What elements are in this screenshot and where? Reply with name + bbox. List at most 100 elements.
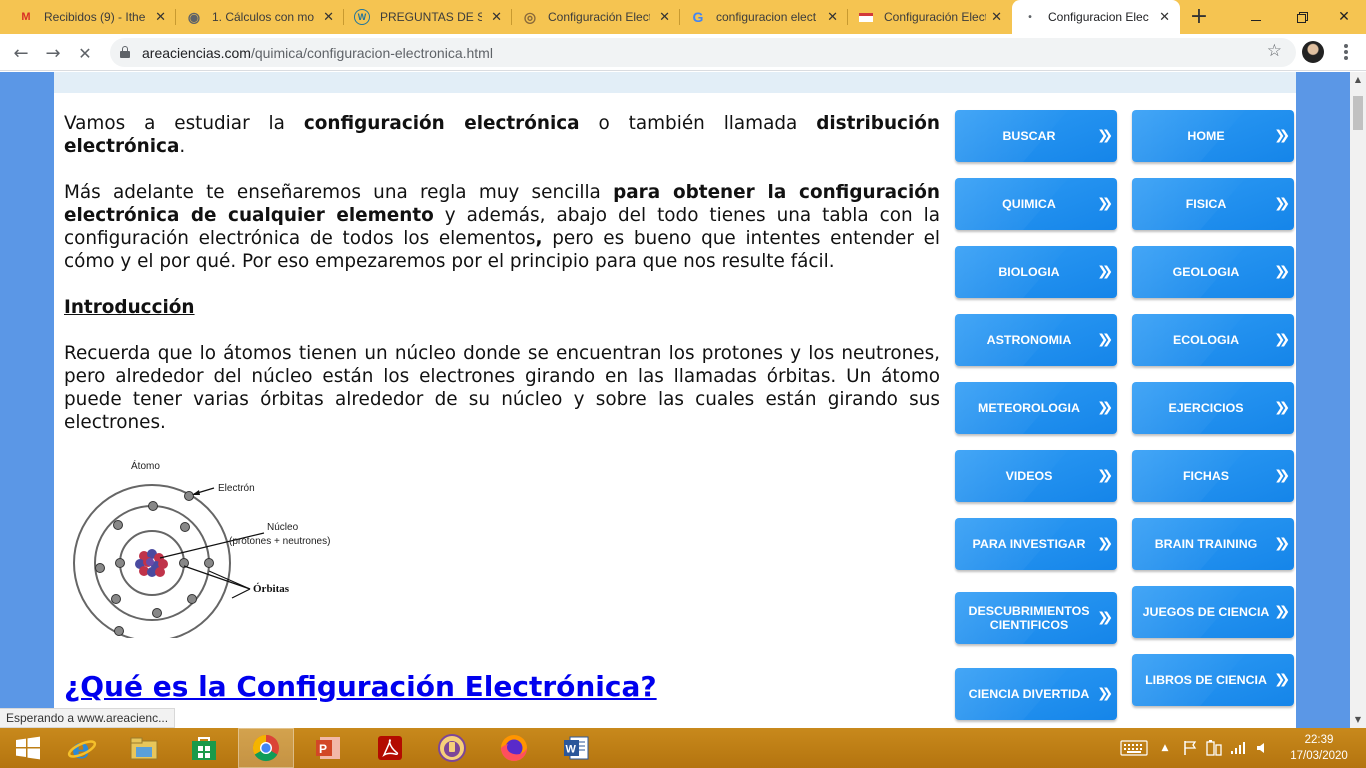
site-favicon-icon: ◎ (523, 8, 537, 25)
tab-strip: M Recibidos (9) - Ithe ✕ ◉ 1. Cálculos c… (0, 0, 1366, 34)
volume-icon[interactable] (1252, 728, 1272, 768)
tab-title: Recibidos (9) - Ithe (44, 10, 146, 24)
double-chevron-icon: ❯❯ (1274, 264, 1290, 280)
nav-juegos-button[interactable]: JUEGOS DE CIENCIA ❯❯ (1132, 586, 1294, 638)
google-icon: G (692, 9, 704, 25)
firefox-icon[interactable] (486, 728, 542, 768)
double-chevron-icon: ❯❯ (1097, 264, 1113, 280)
nav-fichas-button[interactable]: FICHAS ❯❯ (1132, 450, 1294, 502)
close-window-button[interactable]: ✕ (1322, 0, 1366, 34)
tab-google-search[interactable]: G configuracion elect ✕ (680, 0, 848, 34)
intro-paragraph: Vamos a estudiar la configuración electr… (64, 113, 940, 157)
site-favicon-icon (858, 9, 874, 25)
file-explorer-icon[interactable] (116, 728, 172, 768)
windows-logo-icon (16, 736, 40, 760)
nav-astronomia-button[interactable]: ASTRONOMIA ❯❯ (955, 314, 1117, 366)
tab-configuracion-1[interactable]: ◎ Configuración Elect ✕ (512, 0, 680, 34)
double-chevron-icon: ❯❯ (1097, 332, 1113, 348)
svg-text:P: P (319, 742, 327, 756)
nav-libros-button[interactable]: LIBROS DE CIENCIA ❯❯ (1132, 654, 1294, 706)
forward-button[interactable]: → (40, 40, 66, 66)
show-hidden-icons-icon[interactable]: ▲ (1156, 728, 1174, 768)
tab-title: 1. Cálculos con mo (212, 10, 314, 24)
address-bar[interactable]: areaciencias.com/quimica/configuracion-e… (110, 38, 1296, 67)
restore-button[interactable] (1280, 0, 1324, 34)
close-icon[interactable]: ✕ (827, 10, 838, 24)
scroll-up-icon[interactable]: ▲ (1350, 72, 1366, 88)
scroll-thumb[interactable] (1353, 96, 1363, 130)
profile-avatar[interactable] (1302, 41, 1324, 63)
article-body: Vamos a estudiar la configuración electr… (64, 112, 940, 457)
double-chevron-icon: ❯❯ (1097, 610, 1113, 626)
nav-fisica-button[interactable]: FISICA ❯❯ (1132, 178, 1294, 230)
nav-biologia-button[interactable]: BIOLOGIA ❯❯ (955, 246, 1117, 298)
nav-ejercicios-button[interactable]: EJERCICIOS ❯❯ (1132, 382, 1294, 434)
nav-para-investigar-button[interactable]: PARA INVESTIGAR ❯❯ (955, 518, 1117, 570)
double-chevron-icon: ❯❯ (1274, 468, 1290, 484)
new-tab-button[interactable]: + (1186, 4, 1212, 29)
chrome-icon[interactable] (238, 728, 294, 768)
double-chevron-icon: ❯❯ (1097, 128, 1113, 144)
tor-icon[interactable] (424, 728, 480, 768)
nav-ecologia-button[interactable]: ECOLOGIA ❯❯ (1132, 314, 1294, 366)
tab-configuracion-2[interactable]: Configuración Elect ✕ (848, 0, 1012, 34)
close-icon[interactable]: ✕ (991, 10, 1002, 24)
page-content: Vamos a estudiar la configuración electr… (54, 72, 1296, 728)
powerpoint-icon[interactable]: P (300, 728, 356, 768)
tab-gmail[interactable]: M Recibidos (9) - Ithe ✕ (8, 0, 176, 34)
nav-quimica-button[interactable]: QUIMICA ❯❯ (955, 178, 1117, 230)
battery-icon[interactable] (1204, 728, 1224, 768)
ie-icon[interactable]: e (54, 728, 110, 768)
close-icon[interactable]: ✕ (491, 10, 502, 24)
acrobat-icon[interactable] (362, 728, 418, 768)
nav-brain-training-button[interactable]: BRAIN TRAINING ❯❯ (1132, 518, 1294, 570)
flag-icon[interactable] (1180, 728, 1200, 768)
nucleus-sub-label: (protones + neutrones) (229, 536, 330, 547)
nav-meteorologia-button[interactable]: METEOROLOGIA ❯❯ (955, 382, 1117, 434)
nav-ciencia-divertida-button[interactable]: CIENCIA DIVERTIDA ❯❯ (955, 668, 1117, 720)
nucleus (135, 549, 168, 577)
bookmark-star-icon[interactable]: ☆ (1267, 41, 1282, 61)
header-band (54, 72, 1296, 93)
page-scrollbar[interactable]: ▲ ▼ (1350, 72, 1366, 728)
orbits-label: Órbitas (253, 583, 290, 595)
scroll-down-icon[interactable]: ▼ (1350, 712, 1366, 728)
nav-descubrimientos-button[interactable]: DESCUBRIMIENTOS CIENTIFICOS ❯❯ (955, 592, 1117, 644)
windows-taskbar: e P W ▲ 22:39 17/03/2020 (0, 728, 1366, 768)
taskbar-clock[interactable]: 22:39 17/03/2020 (1282, 732, 1356, 764)
nav-geologia-button[interactable]: GEOLOGIA ❯❯ (1132, 246, 1294, 298)
stop-loading-button[interactable]: ✕ (72, 40, 98, 66)
double-chevron-icon: ❯❯ (1274, 128, 1290, 144)
word-icon[interactable]: W (548, 728, 604, 768)
nav-buscar-button[interactable]: BUSCAR ❯❯ (955, 110, 1117, 162)
back-button[interactable]: ← (8, 40, 34, 66)
tab-title: Configuracion Elec (1048, 10, 1149, 24)
atoms-paragraph: Recuerda que lo átomos tienen un núcleo … (64, 343, 940, 433)
category-nav: BUSCAR ❯❯ HOME ❯❯ QUIMICA ❯❯ FISICA ❯❯ BIOLO… (954, 110, 1296, 728)
close-icon[interactable]: ✕ (323, 10, 334, 24)
close-icon[interactable]: ✕ (155, 10, 166, 24)
tab-configuracion-active[interactable]: • Configuracion Elec ✕ (1012, 0, 1180, 34)
start-button[interactable] (0, 728, 56, 768)
close-icon[interactable]: ✕ (659, 10, 670, 24)
touch-keyboard-icon[interactable] (1118, 728, 1150, 768)
tab-preguntas[interactable]: W PREGUNTAS DE SE ✕ (344, 0, 512, 34)
nav-videos-button[interactable]: VIDEOS ❯❯ (955, 450, 1117, 502)
status-bubble: Esperando a www.areacienc... (0, 708, 176, 728)
network-icon[interactable] (1228, 728, 1248, 768)
double-chevron-icon: ❯❯ (1274, 604, 1290, 620)
tab-title: Configuración Elect (548, 10, 650, 24)
store-icon[interactable] (176, 728, 232, 768)
nav-home-button[interactable]: HOME ❯❯ (1132, 110, 1294, 162)
tab-calculos[interactable]: ◉ 1. Cálculos con mo ✕ (176, 0, 344, 34)
rule-paragraph: Más adelante te enseñaremos una regla mu… (64, 182, 940, 272)
clock-date: 17/03/2020 (1290, 750, 1348, 762)
electron-label: Electrón (218, 483, 255, 494)
browser-menu-icon[interactable] (1338, 42, 1354, 62)
loading-icon: • (1028, 11, 1032, 23)
minimize-button[interactable] (1234, 0, 1278, 34)
tab-title: configuracion elect (716, 10, 817, 24)
close-icon[interactable]: ✕ (1159, 10, 1170, 24)
configuracion-heading-link[interactable]: ¿Qué es la Configuración Electrónica? (64, 670, 657, 703)
double-chevron-icon: ❯❯ (1274, 672, 1290, 688)
